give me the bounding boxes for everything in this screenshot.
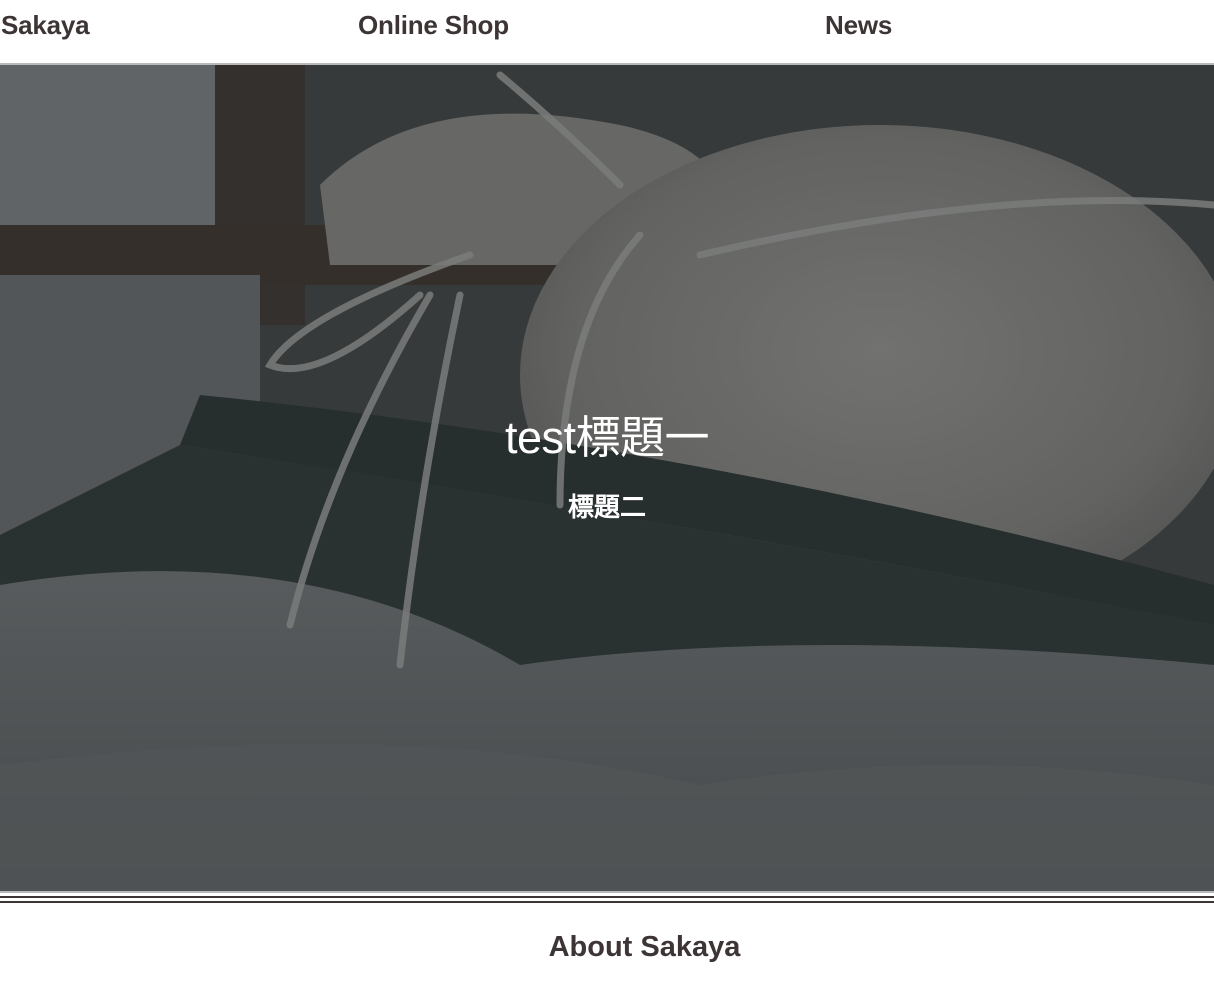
top-navigation: Sakaya Online Shop News [0,0,1214,64]
hero-subtitle: 標題二 [567,492,646,522]
hero-banner: test標題一 標題二 [0,63,1214,893]
nav-link-news[interactable]: News [825,10,892,41]
brand-link[interactable]: Sakaya [1,10,90,41]
about-heading: About Sakaya [548,931,741,963]
hero-background-image [0,65,1214,891]
nav-link-online-shop[interactable]: Online Shop [358,10,509,41]
section-divider [0,896,1214,903]
hero-title: test標題一 [504,412,710,463]
